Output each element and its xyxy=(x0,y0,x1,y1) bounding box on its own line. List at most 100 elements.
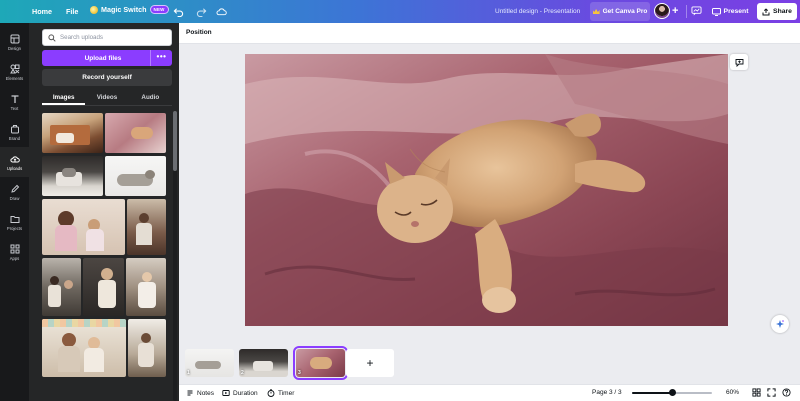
page-thumbnail-1[interactable]: 1 xyxy=(185,349,234,377)
add-comment-button[interactable] xyxy=(730,54,748,70)
upload-thumbnail[interactable] xyxy=(105,156,166,196)
upload-thumbnail[interactable] xyxy=(127,199,166,255)
tab-videos[interactable]: Videos xyxy=(85,89,128,105)
rail-label: Draw xyxy=(9,195,20,201)
page-thumbnail-2[interactable]: 2 xyxy=(239,349,288,377)
rail-item-elements[interactable]: Elements xyxy=(0,57,29,87)
search-input[interactable] xyxy=(60,34,160,41)
get-canva-pro-button[interactable]: Get Canva Pro xyxy=(590,2,650,21)
rail-item-design[interactable]: Design xyxy=(0,27,29,57)
page-number: 1 xyxy=(187,370,190,376)
upload-thumbnail[interactable] xyxy=(126,258,166,316)
upload-thumbnail[interactable] xyxy=(42,156,103,196)
tab-audio[interactable]: Audio xyxy=(129,89,172,105)
top-bar: Home File Magic Switch NEW Untitled desi… xyxy=(0,0,800,23)
search-icon xyxy=(48,33,56,42)
zoom-slider-fill xyxy=(632,392,672,394)
rail-item-text[interactable]: Text xyxy=(0,87,29,117)
share-upload-icon xyxy=(762,7,770,15)
timer-button[interactable]: Timer xyxy=(267,389,294,397)
upload-thumbnail[interactable] xyxy=(105,113,166,153)
rail-label: Elements xyxy=(5,75,24,81)
share-label: Share xyxy=(773,8,792,15)
page-thumbnail-3[interactable]: 3 xyxy=(293,346,348,380)
page-number: 2 xyxy=(241,370,244,376)
rail-item-draw[interactable]: Draw xyxy=(0,177,29,207)
context-toolbar: Position xyxy=(179,23,800,44)
sleeping-cat-image xyxy=(245,54,728,326)
uploads-panel: Upload files ••• Record yourself Images … xyxy=(29,23,179,401)
help-button[interactable] xyxy=(782,388,791,397)
page-indicator[interactable]: Page 3 / 3 xyxy=(592,389,622,396)
add-collaborator-icon[interactable]: + xyxy=(672,5,678,17)
grid-view-icon xyxy=(752,388,761,397)
canvas-page-cat-photo[interactable] xyxy=(245,54,728,326)
cloud-upload-icon xyxy=(9,155,20,162)
rail-item-projects[interactable]: Projects xyxy=(0,207,29,237)
home-button[interactable]: Home xyxy=(32,7,52,16)
zoom-slider-thumb[interactable] xyxy=(668,389,676,396)
undo-icon[interactable] xyxy=(173,6,184,17)
cloud-save-icon[interactable] xyxy=(216,6,227,17)
magic-switch-button[interactable]: Magic Switch NEW xyxy=(90,5,169,14)
text-icon xyxy=(11,94,18,103)
design-icon xyxy=(10,34,19,43)
position-button[interactable]: Position xyxy=(186,29,212,36)
upload-thumbnail[interactable] xyxy=(42,199,125,255)
notes-label: Notes xyxy=(197,389,214,397)
search-box[interactable] xyxy=(42,29,172,46)
magic-assistant-button[interactable] xyxy=(771,315,789,333)
share-button[interactable]: Share xyxy=(757,3,797,20)
rail-label: Apps xyxy=(9,255,20,261)
present-label: Present xyxy=(723,8,749,15)
upload-thumbnail[interactable] xyxy=(128,319,166,377)
rail-item-brand[interactable]: Brand xyxy=(0,117,29,147)
add-page-button[interactable]: + xyxy=(346,349,394,377)
media-tabs: Images Videos Audio xyxy=(42,89,172,106)
rail-label: Design xyxy=(7,45,22,51)
fullscreen-button[interactable] xyxy=(767,388,776,397)
upload-thumbnail[interactable] xyxy=(42,319,126,377)
upload-files-button[interactable]: Upload files ••• xyxy=(42,50,172,66)
magic-switch-label: Magic Switch xyxy=(101,5,147,14)
record-yourself-button[interactable]: Record yourself xyxy=(42,69,172,86)
panel-scrollbar-thumb[interactable] xyxy=(173,111,177,171)
file-menu-button[interactable]: File xyxy=(66,7,78,16)
analytics-icon[interactable] xyxy=(691,6,702,16)
page-number: 3 xyxy=(298,370,301,376)
elements-icon xyxy=(9,64,19,73)
fullscreen-icon xyxy=(767,388,776,397)
rail-label: Uploads xyxy=(6,165,23,171)
help-icon xyxy=(782,388,791,397)
folder-icon xyxy=(10,215,19,223)
new-badge: NEW xyxy=(149,5,169,14)
timer-icon xyxy=(267,389,275,397)
rail-item-uploads[interactable]: Uploads xyxy=(0,147,29,177)
design-title[interactable]: Untitled design - Presentation xyxy=(495,8,580,15)
present-screen-icon xyxy=(711,7,721,16)
present-button[interactable]: Present xyxy=(708,3,752,20)
duration-button[interactable]: Duration xyxy=(222,389,258,397)
redo-icon[interactable] xyxy=(196,6,207,17)
upload-more-options-button[interactable]: ••• xyxy=(150,50,172,66)
duration-icon xyxy=(222,390,230,396)
upload-thumbnail[interactable] xyxy=(42,113,103,153)
comment-plus-icon xyxy=(735,58,743,67)
rail-label: Brand xyxy=(8,135,21,141)
magic-sparkle-icon xyxy=(90,5,98,14)
rail-item-apps[interactable]: Apps xyxy=(0,237,29,267)
rail-label: Text xyxy=(10,105,19,111)
draw-icon xyxy=(10,184,19,193)
upload-files-label: Upload files xyxy=(84,54,122,62)
upload-thumbnail[interactable] xyxy=(42,258,81,316)
duration-label: Duration xyxy=(233,389,258,397)
notes-button[interactable]: Notes xyxy=(186,389,214,397)
zoom-level[interactable]: 60% xyxy=(726,389,739,396)
tab-images[interactable]: Images xyxy=(42,89,86,105)
left-rail: Design Elements Text Brand Uploads Draw … xyxy=(0,23,29,401)
crown-icon xyxy=(592,9,600,14)
upload-thumbnail[interactable] xyxy=(83,258,124,316)
user-avatar[interactable] xyxy=(654,3,670,19)
sparkle-icon xyxy=(776,320,784,328)
grid-view-button[interactable] xyxy=(752,388,761,397)
